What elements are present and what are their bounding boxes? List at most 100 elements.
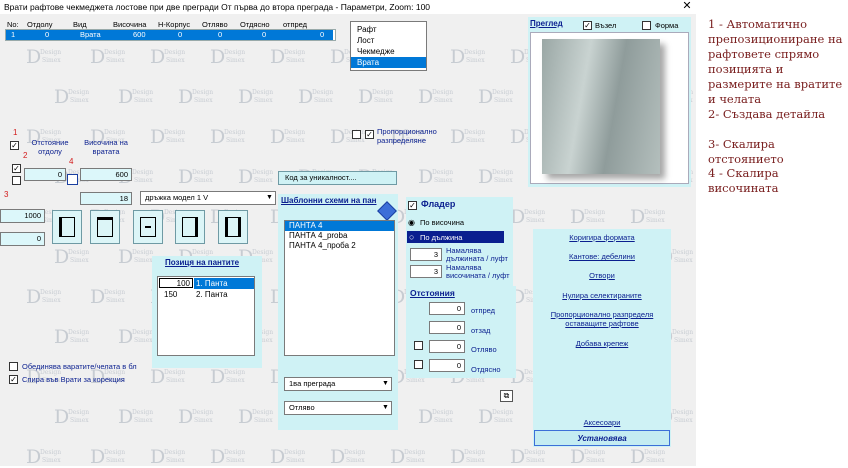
handle-pos-both-button[interactable] — [218, 210, 248, 244]
handle-model-select[interactable]: дръжка модел 1 V ▼ — [140, 191, 276, 205]
shape-checkbox[interactable] — [642, 21, 651, 30]
distance-right-input[interactable]: 0 — [429, 359, 465, 372]
handle-pos-top-button[interactable] — [90, 210, 120, 244]
template-item[interactable]: ПАНТА 4_проба 2 — [285, 241, 394, 251]
table-cell: 0 — [218, 30, 223, 39]
radio-by-length-label: По дължина — [420, 233, 463, 242]
install-button[interactable]: Установява — [534, 430, 670, 446]
marker-1: 1 — [13, 128, 18, 137]
annotation-4: 4 - Скалира височината — [708, 166, 779, 195]
flader-title: Фладер — [421, 199, 456, 209]
offset-label: Отстояние отдолу — [31, 138, 69, 156]
copy-icon[interactable]: ⧉ — [500, 390, 513, 402]
type-listbox[interactable]: Рафт Лост Чекмедже Врата — [350, 21, 427, 71]
reduce-length-input[interactable]: 3 — [410, 248, 442, 261]
table-cell: 0 — [320, 30, 325, 39]
reduce-height-label: Намалява височината / луфт — [446, 263, 510, 280]
distance-right-checkbox[interactable] — [414, 360, 423, 369]
handle-pos-top-left-button[interactable] — [52, 210, 82, 244]
height-input[interactable]: 600 — [80, 168, 132, 181]
preview-canvas — [530, 32, 689, 184]
door-panel-image — [542, 39, 660, 174]
door-top-icon — [97, 217, 113, 237]
side-select[interactable]: Отляво ▼ — [284, 401, 392, 415]
unique-code-button[interactable]: Код за уникалност.... — [278, 171, 397, 185]
hinge-2-label[interactable]: 2. Панта — [196, 290, 228, 300]
handle-pos-right-button[interactable] — [175, 210, 205, 244]
door-top-left-icon — [59, 217, 75, 237]
height-scale-handle[interactable] — [67, 174, 78, 185]
marker-3: 3 — [4, 190, 9, 199]
preview-title: Преглед — [530, 19, 563, 28]
proportional-checkbox-a[interactable] — [352, 130, 361, 139]
type-item[interactable]: Лост — [351, 35, 426, 46]
width-input[interactable]: 1000 — [0, 209, 45, 223]
template-item[interactable]: ПАНТА 4_proba — [285, 231, 394, 241]
hinge-2-value[interactable]: 150 — [164, 290, 177, 300]
correct-shape-link[interactable]: Коригира формата — [533, 233, 671, 242]
openings-link[interactable]: Отвори — [533, 271, 671, 280]
marker-4: 4 — [69, 157, 74, 166]
close-button[interactable]: ✕ — [678, 0, 696, 14]
handle-pos-center-button[interactable] — [133, 210, 163, 244]
auto-reposition-checkbox[interactable]: ✓ — [10, 141, 19, 150]
distance-left-checkbox[interactable] — [414, 341, 423, 350]
distance-back-label: отзад — [471, 326, 491, 335]
reduce-height-input[interactable]: 3 — [410, 265, 442, 278]
second-offset-input[interactable]: 0 — [0, 232, 45, 246]
type-item[interactable]: Рафт — [351, 24, 426, 35]
annotation-1: 1 - Автоматично препозициониране на рафт… — [708, 17, 843, 106]
radio-by-height-label: По височина — [420, 218, 465, 227]
col-header-vid: Вид — [73, 20, 87, 29]
hinge-1-label[interactable]: 1. Панта — [194, 278, 254, 289]
door-right-icon — [182, 217, 198, 237]
merge-label: Обединява варатите/челата в бл — [22, 362, 137, 371]
flader-checkbox[interactable]: ✓ — [408, 201, 417, 210]
distance-front-label: отпред — [471, 306, 496, 315]
merge-checkbox[interactable] — [9, 362, 18, 371]
radio-by-height-icon[interactable]: ◉ — [408, 218, 415, 227]
table-cell: Врата — [80, 30, 101, 39]
templates-title: Шаблонни схеми на пан — [281, 196, 377, 205]
proportional-link[interactable]: Пропорционално разпределя оставащите раф… — [540, 310, 664, 328]
template-item-selected[interactable]: ПАНТА 4 — [285, 221, 394, 231]
templates-list[interactable]: ПАНТА 4 ПАНТА 4_proba ПАНТА 4_проба 2 — [284, 220, 395, 356]
type-item[interactable]: Чекмедже — [351, 46, 426, 57]
table-cell: 0 — [178, 30, 183, 39]
hinge-1-value[interactable]: 100 — [159, 278, 193, 288]
node-checkbox[interactable]: ✓ — [583, 21, 592, 30]
chevron-down-icon[interactable]: ▼ — [380, 402, 391, 414]
edges-link[interactable]: Кантове: дебелини — [533, 252, 671, 261]
add-fixing-link[interactable]: Добава крепеж — [533, 339, 671, 348]
partition-select[interactable]: 1ва преграда ▼ — [284, 377, 392, 391]
distance-left-input[interactable]: 0 — [429, 340, 465, 353]
distance-front-input[interactable]: 0 — [429, 302, 465, 315]
distance-right-label: Отдясно — [471, 365, 501, 374]
partition-value: 1ва преграда — [289, 379, 336, 388]
door-center-icon — [140, 217, 156, 237]
stop-checkbox[interactable]: ✓ — [9, 375, 18, 384]
distance-back-input[interactable]: 0 — [429, 321, 465, 334]
handle-model-value: дръжка модел 1 V — [145, 193, 209, 202]
radio-by-length-icon[interactable]: ○ — [409, 231, 414, 243]
chevron-down-icon[interactable]: ▼ — [264, 192, 275, 204]
proportional-checkbox-b[interactable]: ✓ — [365, 130, 374, 139]
hinge-position-title: Позиця на пантите — [165, 258, 240, 267]
reset-selected-link[interactable]: Нулира селектираните — [533, 291, 671, 300]
scale-offset-checkbox[interactable] — [12, 176, 21, 185]
actions-panel — [533, 229, 671, 447]
table-row[interactable] — [6, 30, 333, 40]
table-cell: 0 — [262, 30, 267, 39]
type-item-selected[interactable]: Врата — [351, 57, 426, 68]
accessories-link[interactable]: Аксесоари — [533, 418, 671, 427]
create-detail-checkbox[interactable]: ✓ — [12, 164, 21, 173]
height-label: Височина на вратата — [84, 138, 128, 156]
offset-input[interactable]: 0 — [24, 168, 66, 181]
shape-checkbox-label: Форма — [655, 21, 679, 30]
chevron-down-icon[interactable]: ▼ — [380, 378, 391, 390]
thickness-input[interactable]: 18 — [80, 192, 132, 205]
proportional-label: Пропорционално разпределяне — [377, 127, 437, 145]
hinge-position-list[interactable]: 100 1. Панта 150 2. Панта — [157, 276, 255, 356]
col-header-visochina: Височина — [113, 20, 147, 29]
col-header-n-korpus: Н-Корпус — [158, 20, 191, 29]
